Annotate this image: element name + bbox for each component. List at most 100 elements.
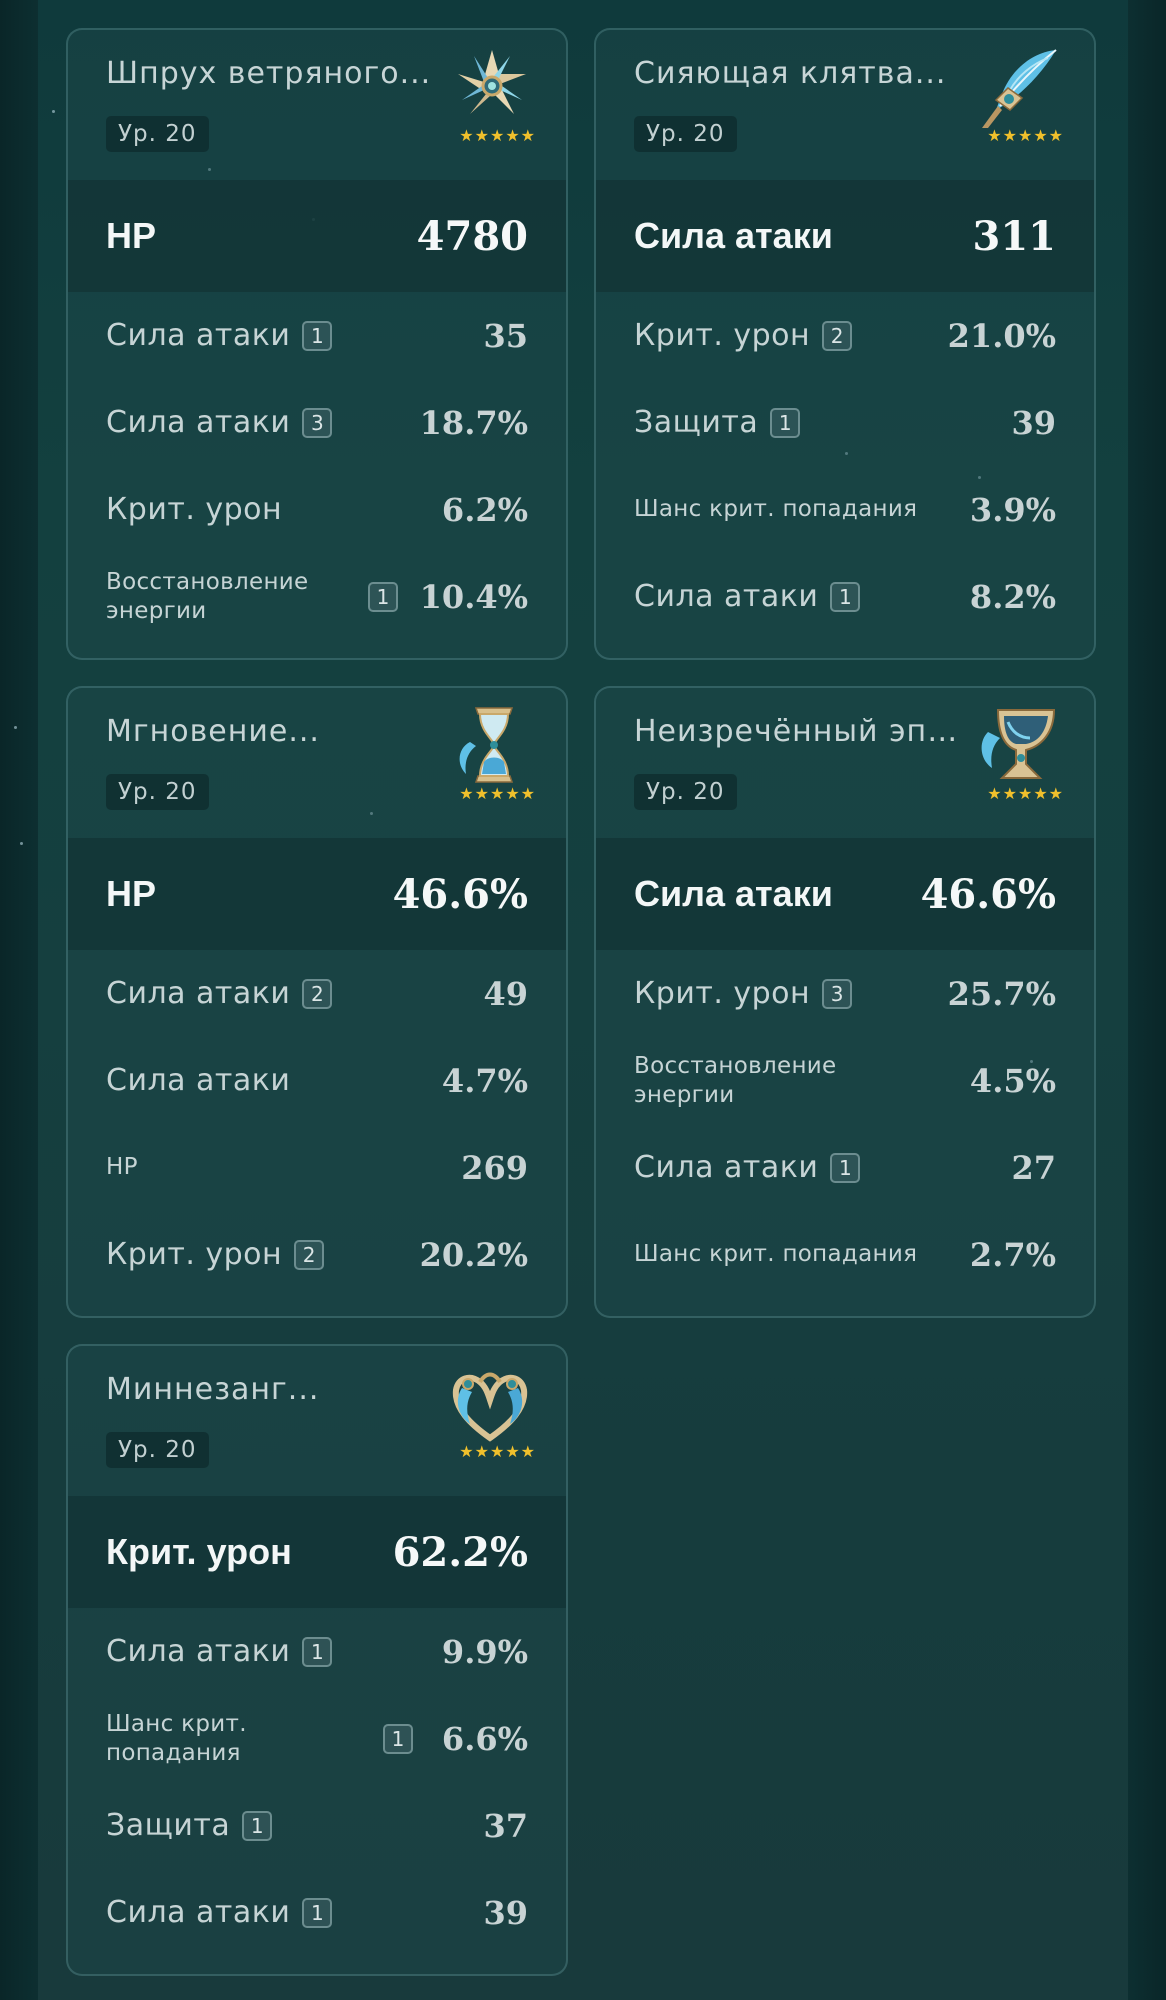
sub-stat: Шанс крит. попадания 1 6.6% xyxy=(68,1695,566,1782)
sub-stat-value: 8.2% xyxy=(969,577,1056,616)
artifact-header: Миннезанг... Ур. 20 ★★★★★ xyxy=(68,1346,566,1496)
artifact-card-goblet[interactable]: Неизречённый эпос... Ур. 20 ★★★★★ Сила а… xyxy=(594,686,1096,1318)
sub-stat-name: Шанс крит. попадания xyxy=(634,1241,918,1267)
sub-stat-name: Крит. урон xyxy=(634,976,811,1011)
artifact-name: Мгновение... xyxy=(106,714,320,749)
sub-stat-name: Восстановление энергии xyxy=(106,568,309,624)
roll-count-badge: 1 xyxy=(368,581,398,612)
main-stat-name: Сила атаки xyxy=(634,873,833,914)
sub-stat-value: 27 xyxy=(1011,1148,1056,1187)
main-stat-value: 4780 xyxy=(416,212,528,260)
sparkle xyxy=(14,726,17,729)
roll-count-badge: 3 xyxy=(822,978,853,1009)
sub-stat: Шанс крит. попадания 2.7% xyxy=(596,1211,1094,1298)
sub-stat-name: Защита xyxy=(106,1808,231,1843)
level-badge: Ур. 20 xyxy=(634,774,737,810)
artifact-card-sands[interactable]: Мгновение... Ур. 20 ★★★★★ HP 46.6% Сила … xyxy=(66,686,568,1318)
right-edge-shadow xyxy=(1128,0,1166,2000)
roll-count-badge: 2 xyxy=(302,978,333,1009)
sub-stat: Восстановление энергии 1 10.4% xyxy=(68,553,566,640)
sands-artifact-icon xyxy=(459,707,514,783)
sub-stat-value: 25.7% xyxy=(947,974,1056,1013)
sub-stat-value: 21.0% xyxy=(947,316,1056,355)
artifact-header: Сияющая клятва... Ур. 20 ★★★★★ xyxy=(596,30,1094,180)
rarity-stars: ★★★★★ xyxy=(459,126,536,145)
sub-stat-value: 3.9% xyxy=(969,490,1056,529)
sub-stat-name: Сила атаки xyxy=(634,1150,819,1185)
goblet-artifact-icon xyxy=(981,709,1056,779)
sub-stat: Крит. урон 3 25.7% xyxy=(596,950,1094,1037)
sub-stat: Восстановление энергии 4.5% xyxy=(596,1037,1094,1124)
roll-count-badge: 2 xyxy=(294,1239,325,1270)
sub-stat-value: 2.7% xyxy=(969,1235,1056,1274)
sub-stat-name: Сила атаки xyxy=(106,1895,291,1930)
roll-count-badge: 1 xyxy=(242,1810,273,1841)
artifact-header: Шпрух ветряного... Ур. 20 ★★★★★ xyxy=(68,30,566,180)
sub-stat-name: Шанс крит. попадания xyxy=(634,496,918,522)
artifact-card-circlet[interactable]: Миннезанг... Ур. 20 ★★★★★ Крит. урон 62.… xyxy=(66,1344,568,1976)
main-stat-name: Сила атаки xyxy=(634,215,833,256)
artifact-name: Миннезанг... xyxy=(106,1372,320,1407)
roll-count-badge: 1 xyxy=(830,581,861,612)
sub-stat-name: Крит. урон xyxy=(106,1237,283,1272)
sub-stat-value: 269 xyxy=(461,1148,528,1187)
sub-stat-value: 20.2% xyxy=(419,1235,528,1274)
roll-count-badge: 1 xyxy=(302,1636,333,1667)
sub-stat-name: Восстановление энергии xyxy=(634,1052,837,1108)
sub-stat: Сила атаки 4.7% xyxy=(68,1037,566,1124)
artifact-header: Неизречённый эпос... Ур. 20 ★★★★★ xyxy=(596,688,1094,838)
sub-stat-name: Защита xyxy=(634,405,759,440)
artifact-name: Неизречённый эпос... xyxy=(634,714,964,749)
sub-stat-name: Сила атаки xyxy=(106,1063,291,1098)
sub-stat: Сила атаки 1 27 xyxy=(596,1124,1094,1211)
sub-stat: Крит. урон 6.2% xyxy=(68,466,566,553)
sub-stat-value: 9.9% xyxy=(441,1632,528,1671)
sub-stat: HP 269 xyxy=(68,1124,566,1211)
roll-count-badge: 1 xyxy=(770,407,801,438)
artifact-header: Мгновение... Ур. 20 ★★★★★ xyxy=(68,688,566,838)
main-stat: HP 46.6% xyxy=(68,838,566,950)
roll-count-badge: 3 xyxy=(302,407,333,438)
roll-count-badge: 2 xyxy=(822,320,853,351)
artifact-card-feather[interactable]: Сияющая клятва... Ур. 20 ★★★★★ Сила атак… xyxy=(594,28,1096,660)
main-stat-name: HP xyxy=(106,873,157,914)
sub-stat-name: Шанс крит. попадания xyxy=(106,1710,247,1766)
sub-stat: Шанс крит. попадания 3.9% xyxy=(596,466,1094,553)
sub-stat-value: 37 xyxy=(483,1806,528,1845)
sub-stat-name: Сила атаки xyxy=(634,579,819,614)
circlet-artifact-icon xyxy=(452,1372,528,1442)
rarity-stars: ★★★★★ xyxy=(987,126,1064,145)
sparkle xyxy=(52,110,55,113)
sub-stat-value: 4.7% xyxy=(441,1061,528,1100)
rarity-stars: ★★★★★ xyxy=(987,784,1064,803)
level-badge: Ур. 20 xyxy=(106,116,209,152)
sub-stat-value: 18.7% xyxy=(419,403,528,442)
main-stat-value: 311 xyxy=(972,212,1057,260)
roll-count-badge: 1 xyxy=(302,1897,333,1928)
level-badge: Ур. 20 xyxy=(106,1432,209,1468)
sub-stat: Сила атаки 3 18.7% xyxy=(68,379,566,466)
level-badge: Ур. 20 xyxy=(106,774,209,810)
sub-stat-value: 39 xyxy=(483,1893,528,1932)
sub-stat-value: 4.5% xyxy=(969,1061,1056,1100)
sub-stat: Защита 1 39 xyxy=(596,379,1094,466)
main-stat: Сила атаки 311 xyxy=(596,180,1094,292)
main-stat-name: HP xyxy=(106,215,157,256)
sub-stat: Сила атаки 1 8.2% xyxy=(596,553,1094,640)
roll-count-badge: 1 xyxy=(830,1152,861,1183)
main-stat-name: Крит. урон xyxy=(106,1531,292,1572)
sub-stat-value: 49 xyxy=(483,974,528,1013)
rarity-stars: ★★★★★ xyxy=(459,784,536,803)
roll-count-badge: 1 xyxy=(383,1723,413,1754)
sub-stat-value: 39 xyxy=(1011,403,1056,442)
main-stat: Сила атаки 46.6% xyxy=(596,838,1094,950)
sub-stat-value: 35 xyxy=(483,316,528,355)
left-edge-shadow xyxy=(0,0,38,2000)
sub-stat-value: 6.2% xyxy=(441,490,528,529)
main-stat: Крит. урон 62.2% xyxy=(68,1496,566,1608)
artifact-card-flower[interactable]: Шпрух ветряного... Ур. 20 ★★★★★ HP 4780 … xyxy=(66,28,568,660)
sub-stat-name: Сила атаки xyxy=(106,976,291,1011)
sub-stat: Крит. урон 2 21.0% xyxy=(596,292,1094,379)
sub-stat-value: 6.6% xyxy=(441,1719,528,1758)
sub-stat-name: Сила атаки xyxy=(106,1634,291,1669)
